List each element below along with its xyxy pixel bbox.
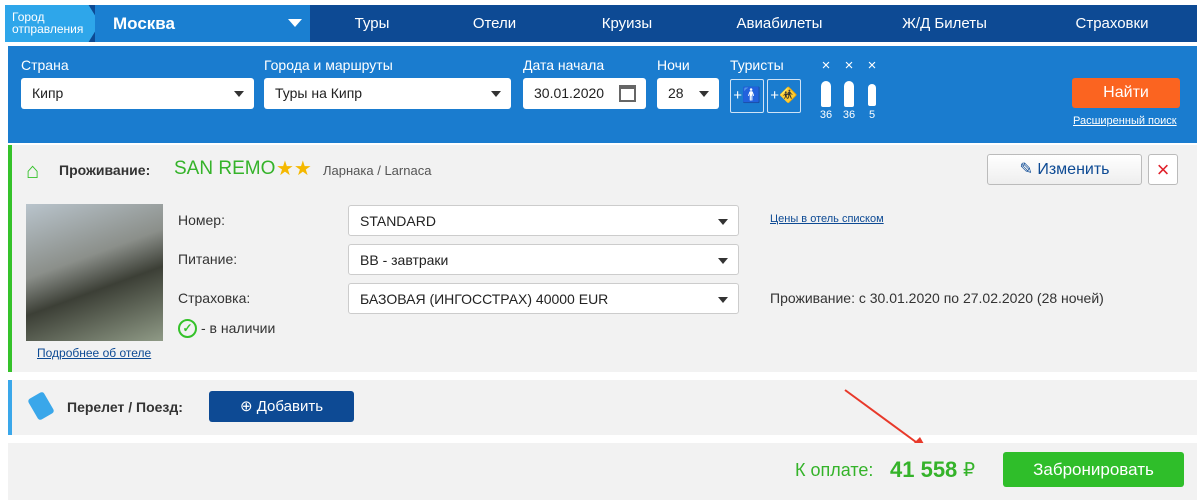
nights-value: 28 [668,85,684,101]
plus-icon: + [733,87,743,104]
nav-flights[interactable]: Авиабилеты [697,5,862,42]
remove-tourist-2[interactable]: × [840,57,858,74]
chevron-down-icon [699,91,709,97]
routes-label: Города и маршруты [264,57,393,73]
availability-status: - в наличии [201,320,276,336]
chevron-down-icon [718,258,728,264]
chevron-down-icon [718,219,728,225]
chevron-down-icon [491,91,501,97]
flight-section [8,380,1197,435]
nav-tours[interactable]: Туры [312,5,432,42]
tourist-age: 36 [819,109,833,121]
nights-label: Ночи [657,57,690,73]
adult-icon [844,81,854,107]
country-select[interactable]: Кипр [21,78,254,109]
remove-hotel-button[interactable]: × [1148,154,1178,185]
nights-select[interactable]: 28 [657,78,719,109]
book-button[interactable]: Забронировать [1003,452,1184,487]
payment-label: К оплате: [795,460,874,480]
tourist-age: 36 [842,109,856,121]
room-label: Номер: [178,212,225,228]
chevron-down-icon [718,297,728,303]
tourists-label: Туристы [730,57,784,73]
date-value: 30.01.2020 [534,85,605,101]
advanced-search-link[interactable]: Расширенный поиск [1073,115,1177,127]
add-child-button[interactable]: +🚸 [767,79,801,113]
departure-city-label: Город отправления [5,5,100,42]
room-select[interactable]: STANDARD [348,205,739,236]
routes-select[interactable]: Туры на Кипр [264,78,511,109]
plus-icon: + [770,87,780,104]
meal-label: Питание: [178,251,238,267]
accommodation-label: Проживание: [59,162,151,178]
plus-circle-icon: ⊕ [239,398,253,415]
nav-cruises[interactable]: Круизы [557,5,697,42]
room-value: STANDARD [360,213,436,229]
home-icon: ⌂ [26,158,40,183]
adult-icon [821,81,831,107]
payment-amount: 41 558 [890,457,958,482]
flight-label: Перелет / Поезд: [67,399,183,415]
date-label: Дата начала [523,57,605,73]
hotel-photo[interactable] [26,204,163,341]
meal-value: BB - завтраки [360,252,449,268]
add-adult-button[interactable]: +🚹 [730,79,764,113]
country-value: Кипр [32,85,64,101]
insurance-label: Страховка: [178,290,251,306]
find-button[interactable]: Найти [1072,78,1180,108]
remove-tourist-1[interactable]: × [817,57,835,74]
star-rating: ★★ [276,158,312,180]
check-circle-icon: ✓ [178,319,197,338]
meal-select[interactable]: BB - завтраки [348,244,739,275]
hotel-details-link[interactable]: Подробнее об отеле [37,346,151,360]
nav-trains[interactable]: Ж/Д Билеты [862,5,1027,42]
child-icon [868,84,876,106]
hotel-name[interactable]: SAN REMO [174,158,275,180]
currency-icon: ₽ [963,460,976,481]
date-input[interactable]: 30.01.2020 [523,78,646,109]
routes-value: Туры на Кипр [275,85,363,101]
hotel-location: Ларнака / Larnaca [323,163,432,178]
hotel-prices-link[interactable]: Цены в отель списком [770,213,884,225]
chevron-down-icon [234,91,244,97]
pencil-icon: ✎ [1019,161,1033,178]
edit-label: Изменить [1037,161,1110,178]
insurance-select[interactable]: БАЗОВАЯ (ИНГОССТРАХ) 40000 EUR [348,283,739,314]
add-flight-button[interactable]: ⊕ Добавить [209,391,354,422]
remove-tourist-3[interactable]: × [863,57,881,74]
stay-dates: Проживание: с 30.01.2020 по 27.02.2020 (… [770,290,1104,306]
country-label: Страна [21,57,69,73]
edit-button[interactable]: ✎ Изменить [987,154,1142,185]
nav-insurance[interactable]: Страховки [1027,5,1197,42]
chevron-down-icon[interactable] [288,19,302,27]
insurance-value: БАЗОВАЯ (ИНГОССТРАХ) 40000 EUR [360,291,609,307]
tourist-age: 5 [868,109,876,121]
add-flight-label: Добавить [256,398,324,415]
departure-city-select[interactable]: Москва [95,5,310,42]
nav-hotels[interactable]: Отели [432,5,557,42]
calendar-icon[interactable] [619,85,636,102]
